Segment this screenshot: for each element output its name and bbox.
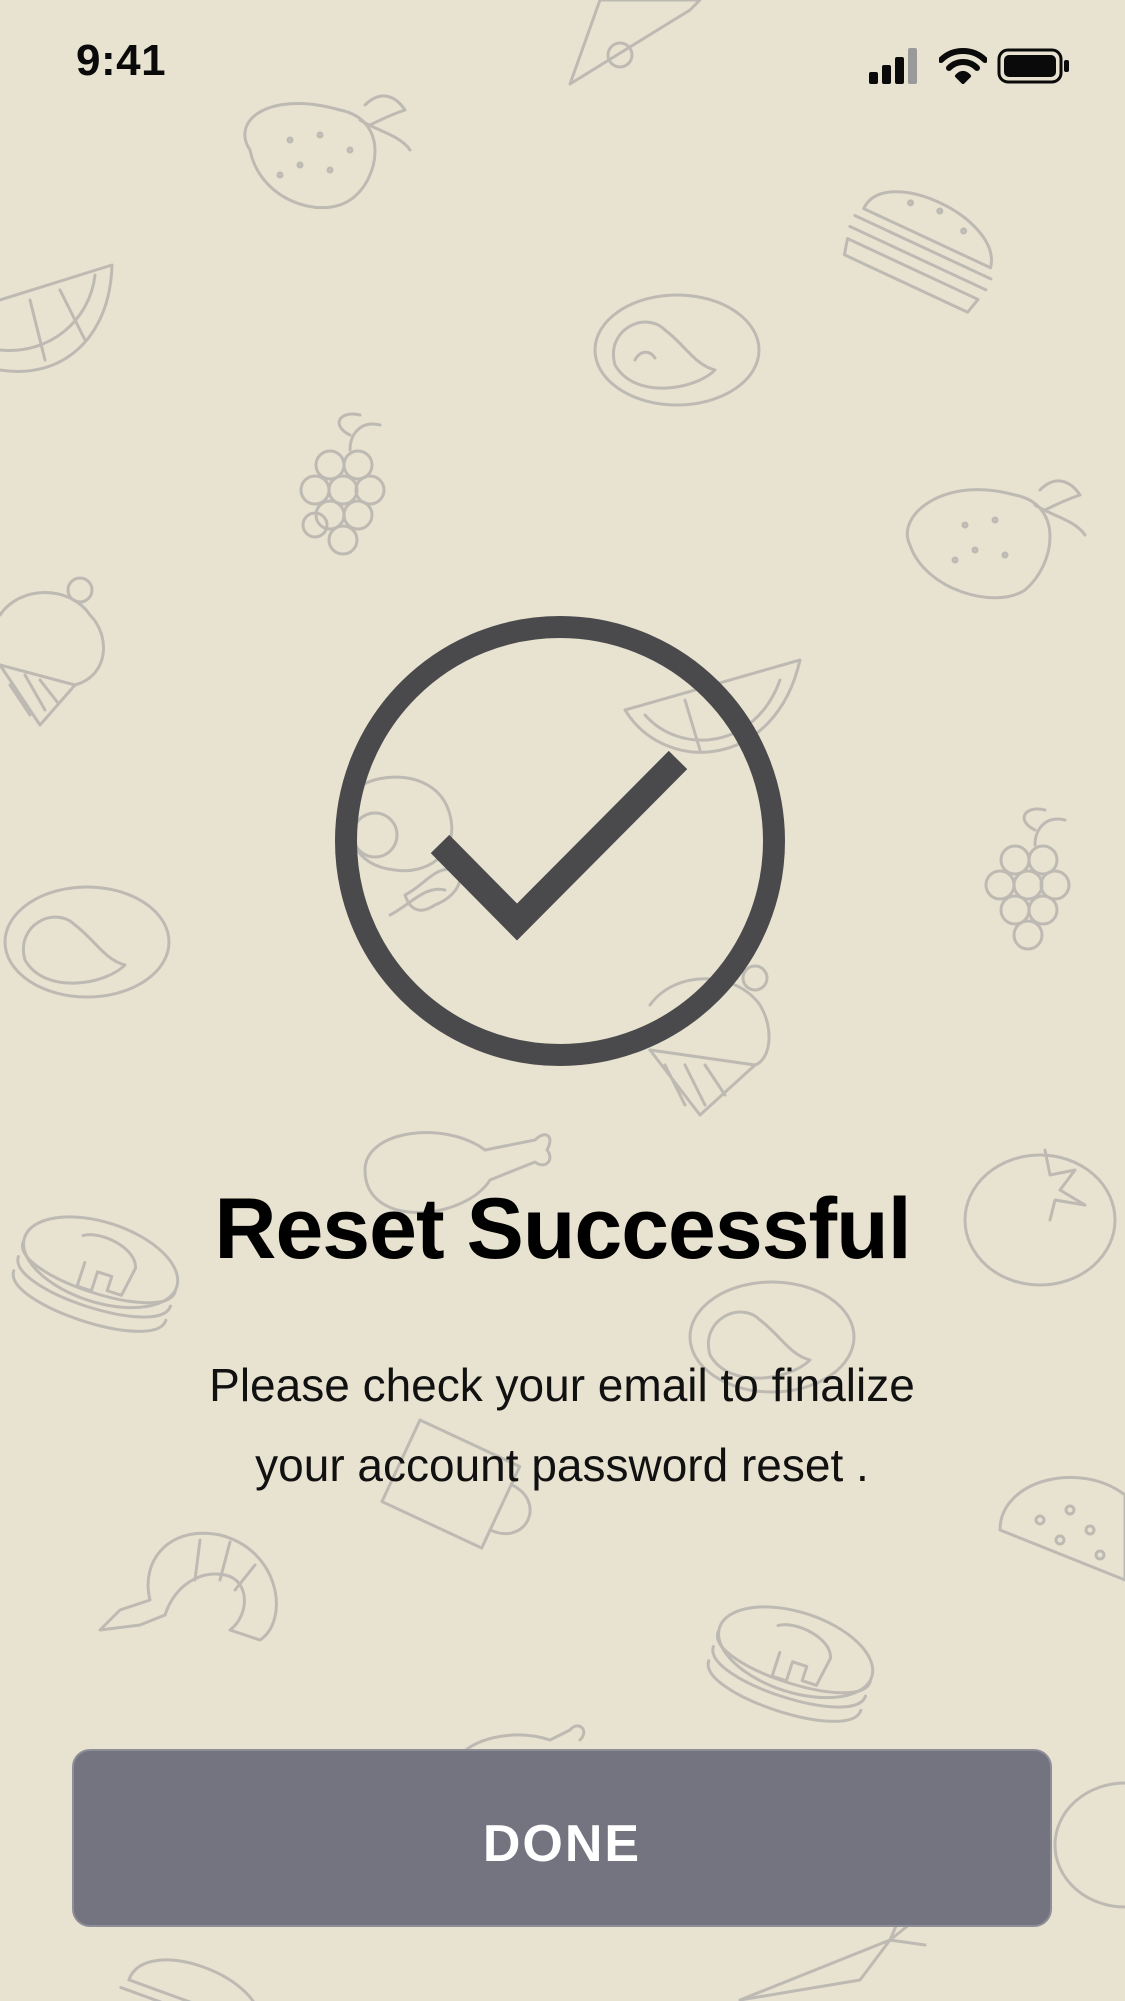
orange-slice-icon xyxy=(0,263,114,373)
tomato-icon xyxy=(1053,1781,1125,1909)
status-icons xyxy=(869,48,1099,88)
steak-icon xyxy=(593,293,761,407)
shrimp-icon xyxy=(98,1531,278,1642)
done-button-label: DONE xyxy=(482,1815,642,1873)
status-bar: 9:41 xyxy=(0,0,1125,140)
success-message: Please check your email to finalize your… xyxy=(112,1345,1012,1505)
success-message-line: Please check your email to finalize xyxy=(209,1359,915,1411)
burger-icon xyxy=(842,190,993,314)
status-time: 9:41 xyxy=(76,36,167,85)
page-title: Reset Successful xyxy=(214,1181,911,1277)
strawberry-icon xyxy=(905,479,1087,600)
success-message-line: your account password reset . xyxy=(255,1439,869,1491)
battery-icon xyxy=(997,48,1069,89)
taco-icon xyxy=(998,1475,1125,1582)
done-button[interactable]: DONE xyxy=(72,1749,1052,1927)
cellular-signal-icon xyxy=(869,48,923,89)
cupcake-icon xyxy=(0,576,105,727)
wifi-icon xyxy=(938,48,988,89)
pancakes-icon xyxy=(707,1605,875,1723)
grapes-icon xyxy=(299,412,386,556)
checkmark-circle-icon xyxy=(330,612,790,1072)
steak-icon xyxy=(3,885,171,999)
grapes-icon xyxy=(984,807,1071,951)
burger-icon xyxy=(119,1958,264,2001)
